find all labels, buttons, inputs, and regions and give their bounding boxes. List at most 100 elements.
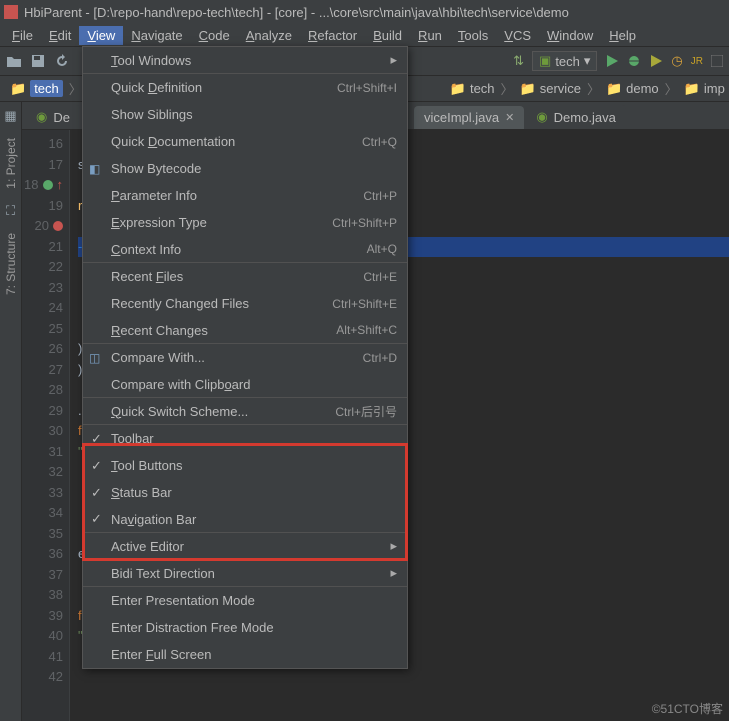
menu-refactor[interactable]: Refactor	[300, 26, 365, 45]
menu-tools[interactable]: Tools	[450, 26, 496, 45]
menu-item-quick-switch-scheme-[interactable]: Quick Switch Scheme...Ctrl+后引号	[83, 398, 407, 425]
crumb[interactable]: 📁tech	[446, 81, 499, 97]
check-icon: ✓	[91, 431, 102, 447]
stop-icon[interactable]	[711, 55, 723, 67]
menu-vcs[interactable]: VCS	[496, 26, 539, 45]
line-number: 19	[22, 196, 63, 217]
menu-item-show-bytecode[interactable]: ◧Show Bytecode	[83, 155, 407, 182]
menu-item-enter-distraction-free-mode[interactable]: Enter Distraction Free Mode	[83, 614, 407, 641]
menu-item-bidi-text-direction[interactable]: Bidi Text Direction▸	[83, 560, 407, 587]
line-number: 24	[22, 298, 63, 319]
title-path: [D:\repo-hand\repo-tech\tech]	[93, 5, 263, 20]
menu-item-label: Bidi Text Direction	[111, 566, 390, 581]
menu-item-recent-files[interactable]: Recent FilesCtrl+E	[83, 263, 407, 290]
profile-icon[interactable]: ◷	[671, 53, 682, 69]
save-icon[interactable]	[30, 53, 46, 69]
close-icon[interactable]: ✕	[505, 111, 514, 124]
menu-item-label: Context Info	[111, 242, 367, 257]
menu-item-tool-windows[interactable]: Tool Windows▸	[83, 47, 407, 74]
menu-item-quick-documentation[interactable]: Quick DocumentationCtrl+Q	[83, 128, 407, 155]
check-icon: ✓	[91, 485, 102, 501]
menu-item-enter-presentation-mode[interactable]: Enter Presentation Mode	[83, 587, 407, 614]
line-number: 40	[22, 626, 63, 647]
shortcut: Ctrl+Shift+I	[337, 81, 397, 95]
editor-tab[interactable]: ◉De	[26, 105, 80, 129]
menu-item-quick-definition[interactable]: Quick DefinitionCtrl+Shift+I	[83, 74, 407, 101]
crumb[interactable]: 📁tech	[6, 80, 67, 97]
menu-item-label: Compare with Clipboard	[111, 377, 397, 392]
menu-edit[interactable]: Edit	[41, 26, 79, 45]
line-number: 20	[22, 216, 63, 237]
line-number: 17	[22, 155, 63, 176]
menu-item-label: Toolbar	[111, 431, 397, 446]
debug-icon[interactable]	[627, 54, 641, 68]
menu-analyze[interactable]: Analyze	[238, 26, 300, 45]
menu-bar: FileEditViewNavigateCodeAnalyzeRefactorB…	[0, 24, 729, 46]
menu-run[interactable]: Run	[410, 26, 450, 45]
menu-item-label: Compare With...	[111, 350, 363, 365]
menu-item-toolbar[interactable]: ✓ Toolbar	[83, 425, 407, 452]
chevron-down-icon: ▾	[584, 53, 591, 69]
line-number: 25	[22, 319, 63, 340]
menu-view[interactable]: View	[79, 26, 123, 45]
menu-item-expression-type[interactable]: Expression TypeCtrl+Shift+P	[83, 209, 407, 236]
menu-item-navigation-bar[interactable]: ✓Navigation Bar	[83, 506, 407, 533]
line-number: 36	[22, 544, 63, 565]
coverage-icon[interactable]	[649, 54, 663, 68]
menu-item-tool-buttons[interactable]: ✓Tool Buttons	[83, 452, 407, 479]
crumb[interactable]: 📁service	[516, 81, 585, 97]
refresh-icon[interactable]	[54, 53, 70, 69]
menu-item-compare-with-clipboard[interactable]: Compare with Clipboard	[83, 371, 407, 398]
menu-item-label: Show Siblings	[111, 107, 397, 122]
menu-item-label: Enter Distraction Free Mode	[111, 620, 397, 635]
menu-item-status-bar[interactable]: ✓Status Bar	[83, 479, 407, 506]
menu-item-label: Quick Definition	[111, 80, 337, 95]
menu-item-recently-changed-files[interactable]: Recently Changed FilesCtrl+Shift+E	[83, 290, 407, 317]
menu-code[interactable]: Code	[191, 26, 238, 45]
run-config-selector[interactable]: ▣ tech ▾	[532, 51, 597, 71]
run-config-label: tech	[555, 54, 580, 69]
line-number: 31	[22, 442, 63, 463]
project-tool-label[interactable]: 1: Project	[4, 138, 18, 189]
project-tool-icon[interactable]: ▦	[4, 108, 16, 124]
shortcut: Ctrl+Q	[362, 135, 397, 149]
menu-item-active-editor[interactable]: Active Editor▸	[83, 533, 407, 560]
shortcut: Ctrl+D	[363, 351, 397, 365]
line-number: 27	[22, 360, 63, 381]
check-icon: ✓	[91, 511, 102, 527]
submenu-arrow-icon: ▸	[390, 52, 397, 68]
menu-item-show-siblings[interactable]: Show Siblings	[83, 101, 407, 128]
menu-item-enter-full-screen[interactable]: Enter Full Screen	[83, 641, 407, 668]
line-number: 16	[22, 134, 63, 155]
gutter: 161718↑192021222324252627282930313233343…	[22, 130, 70, 721]
menu-help[interactable]: Help	[601, 26, 644, 45]
jrebel-icon[interactable]: JR	[691, 56, 703, 67]
editor-tab[interactable]: viceImpl.java✕	[414, 106, 524, 129]
crumb[interactable]: 📁imp	[680, 81, 729, 97]
submenu-arrow-icon: ▸	[390, 565, 397, 581]
menu-item-label: Enter Presentation Mode	[111, 593, 397, 608]
structure-tool-label[interactable]: 7: Structure	[4, 233, 18, 295]
menu-build[interactable]: Build	[365, 26, 410, 45]
structure-tool-icon[interactable]: ⛶	[6, 203, 15, 219]
menu-item-context-info[interactable]: Context InfoAlt+Q	[83, 236, 407, 263]
module-icon: ▣	[539, 53, 551, 69]
open-icon[interactable]	[6, 53, 22, 69]
line-number: 37	[22, 565, 63, 586]
crumb[interactable]: 📁demo	[602, 81, 663, 97]
shortcut: Ctrl+E	[363, 270, 397, 284]
run-icon[interactable]	[605, 54, 619, 68]
hierarchy-icon[interactable]: ⇅	[513, 53, 524, 69]
line-number: 33	[22, 483, 63, 504]
editor-tab[interactable]: ◉Demo.java	[526, 105, 625, 129]
menu-navigate[interactable]: Navigate	[123, 26, 190, 45]
bytecode-icon: ◧	[89, 162, 100, 176]
shortcut: Alt+Shift+C	[336, 323, 397, 337]
menu-item-recent-changes[interactable]: Recent ChangesAlt+Shift+C	[83, 317, 407, 344]
menu-file[interactable]: File	[4, 26, 41, 45]
menu-window[interactable]: Window	[539, 26, 601, 45]
menu-item-parameter-info[interactable]: Parameter InfoCtrl+P	[83, 182, 407, 209]
diff-icon: ◫	[89, 351, 100, 365]
watermark: ©51CTO博客	[652, 700, 723, 717]
menu-item-compare-with-[interactable]: ◫ Compare With...Ctrl+D	[83, 344, 407, 371]
